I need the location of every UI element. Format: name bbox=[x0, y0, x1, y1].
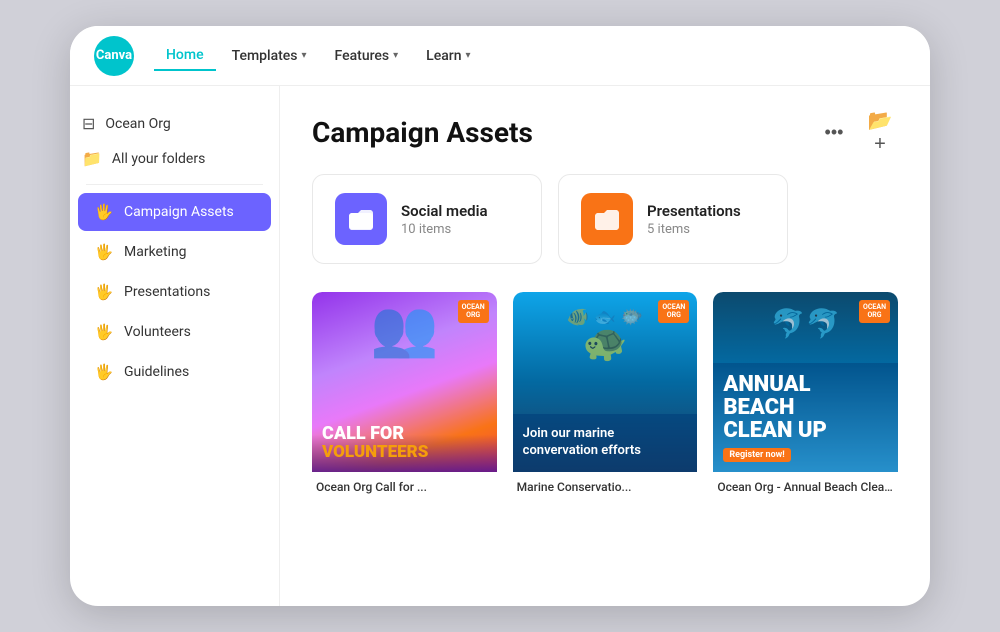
call-for-text: CALL FOR bbox=[322, 424, 487, 444]
folder-icon-presentations bbox=[581, 193, 633, 245]
sidebar-item-marketing[interactable]: 🖐 Marketing bbox=[78, 233, 271, 271]
more-options-icon: ••• bbox=[825, 122, 844, 143]
folder-icon: 📁 bbox=[82, 149, 102, 168]
register-badge: Register now! bbox=[723, 448, 790, 462]
design-card-call-for-volunteers[interactable]: 👥 OCEANORG CALL FOR VOLUNTEERS Ocean Org… bbox=[312, 292, 497, 498]
page-title: Campaign Assets bbox=[312, 116, 533, 149]
new-folder-icon: 📂+ bbox=[862, 108, 898, 156]
folder-icon-social-media bbox=[335, 193, 387, 245]
canva-logo[interactable]: Canva bbox=[94, 36, 134, 76]
hand-icon-volunteers: 🖐 bbox=[94, 322, 114, 342]
sidebar: ⊟ Ocean Org 📁 All your folders 🖐 Campaig… bbox=[70, 86, 280, 606]
design-thumb-2: 🐢 🐠 🐟 🐡 OCEANORG Join our marine converv… bbox=[513, 292, 698, 472]
folder-count-social-media: 10 items bbox=[401, 222, 488, 237]
content-area: Campaign Assets ••• 📂+ bbox=[280, 86, 930, 606]
folder-name-presentations: Presentations bbox=[647, 202, 741, 220]
nav-items: Home Templates ▾ Features ▾ Learn ▾ bbox=[154, 41, 483, 71]
hand-icon-campaign: 🖐 bbox=[94, 202, 114, 222]
design-card-beach-cleanup[interactable]: 🐬🐬 OCEANORG ANNUAL BEACH CLEAN UP Regist… bbox=[713, 292, 898, 498]
nav-features[interactable]: Features ▾ bbox=[323, 42, 411, 70]
ocean-logo-2: OCEANORG bbox=[658, 300, 689, 323]
beach-cleanup-text: ANNUAL BEACH CLEAN UP bbox=[723, 373, 888, 442]
folder-info-presentations: Presentations 5 items bbox=[647, 202, 741, 237]
nav-home[interactable]: Home bbox=[154, 41, 216, 71]
design-label-3: Ocean Org - Annual Beach Clean up bbox=[713, 472, 898, 498]
thumb-1-overlay: CALL FOR VOLUNTEERS bbox=[312, 410, 497, 472]
design-thumb-3: 🐬🐬 OCEANORG ANNUAL BEACH CLEAN UP Regist… bbox=[713, 292, 898, 472]
more-options-button[interactable]: ••• bbox=[816, 114, 852, 150]
thumb-3-overlay: ANNUAL BEACH CLEAN UP Register now! bbox=[713, 363, 898, 472]
turtle-icon: 🐢 bbox=[583, 322, 628, 364]
folder-info-social-media: Social media 10 items bbox=[401, 202, 488, 237]
top-nav: Canva Home Templates ▾ Features ▾ Learn … bbox=[70, 26, 930, 86]
sidebar-divider bbox=[86, 184, 263, 185]
design-label-2: Marine Conservatio... bbox=[513, 472, 698, 498]
hand-icon-marketing: 🖐 bbox=[94, 242, 114, 262]
sidebar-item-presentations[interactable]: 🖐 Presentations bbox=[78, 273, 271, 311]
header-actions: ••• 📂+ bbox=[816, 114, 898, 150]
content-header: Campaign Assets ••• 📂+ bbox=[312, 114, 898, 150]
thumb-2-overlay: Join our marine convervation efforts bbox=[513, 414, 698, 472]
main-area: ⊟ Ocean Org 📁 All your folders 🖐 Campaig… bbox=[70, 86, 930, 606]
folder-card-presentations[interactable]: Presentations 5 items bbox=[558, 174, 788, 264]
app-frame: Canva Home Templates ▾ Features ▾ Learn … bbox=[70, 26, 930, 606]
hand-icon-guidelines: 🖐 bbox=[94, 362, 114, 382]
sidebar-item-campaign-assets[interactable]: 🖐 Campaign Assets bbox=[78, 193, 271, 231]
features-chevron-icon: ▾ bbox=[393, 50, 398, 61]
folder-name-social-media: Social media bbox=[401, 202, 488, 220]
marine-text: Join our marine convervation efforts bbox=[523, 426, 688, 460]
folder-card-social-media[interactable]: Social media 10 items bbox=[312, 174, 542, 264]
nav-learn[interactable]: Learn ▾ bbox=[414, 42, 482, 70]
design-grid: 👥 OCEANORG CALL FOR VOLUNTEERS Ocean Org… bbox=[312, 292, 898, 498]
sidebar-org[interactable]: ⊟ Ocean Org bbox=[70, 106, 279, 141]
people-figure: 👥 bbox=[370, 297, 438, 361]
nav-templates[interactable]: Templates ▾ bbox=[220, 42, 319, 70]
folder-grid: Social media 10 items Presentations 5 it… bbox=[312, 174, 898, 264]
templates-chevron-icon: ▾ bbox=[302, 50, 307, 61]
volunteers-text: VOLUNTEERS bbox=[322, 443, 487, 462]
hand-icon-presentations: 🖐 bbox=[94, 282, 114, 302]
design-card-marine-conservation[interactable]: 🐢 🐠 🐟 🐡 OCEANORG Join our marine converv… bbox=[513, 292, 698, 498]
sidebar-all-folders[interactable]: 📁 All your folders bbox=[70, 141, 279, 176]
design-thumb-1: 👥 OCEANORG CALL FOR VOLUNTEERS bbox=[312, 292, 497, 472]
org-icon: ⊟ bbox=[82, 114, 95, 133]
folder-count-presentations: 5 items bbox=[647, 222, 741, 237]
sidebar-item-guidelines[interactable]: 🖐 Guidelines bbox=[78, 353, 271, 391]
new-folder-button[interactable]: 📂+ bbox=[862, 114, 898, 150]
sidebar-item-volunteers[interactable]: 🖐 Volunteers bbox=[78, 313, 271, 351]
design-label-1: Ocean Org Call for ... bbox=[312, 472, 497, 498]
ocean-logo-3: OCEANORG bbox=[859, 300, 890, 323]
learn-chevron-icon: ▾ bbox=[466, 50, 471, 61]
ocean-logo-1: OCEANORG bbox=[458, 300, 489, 323]
